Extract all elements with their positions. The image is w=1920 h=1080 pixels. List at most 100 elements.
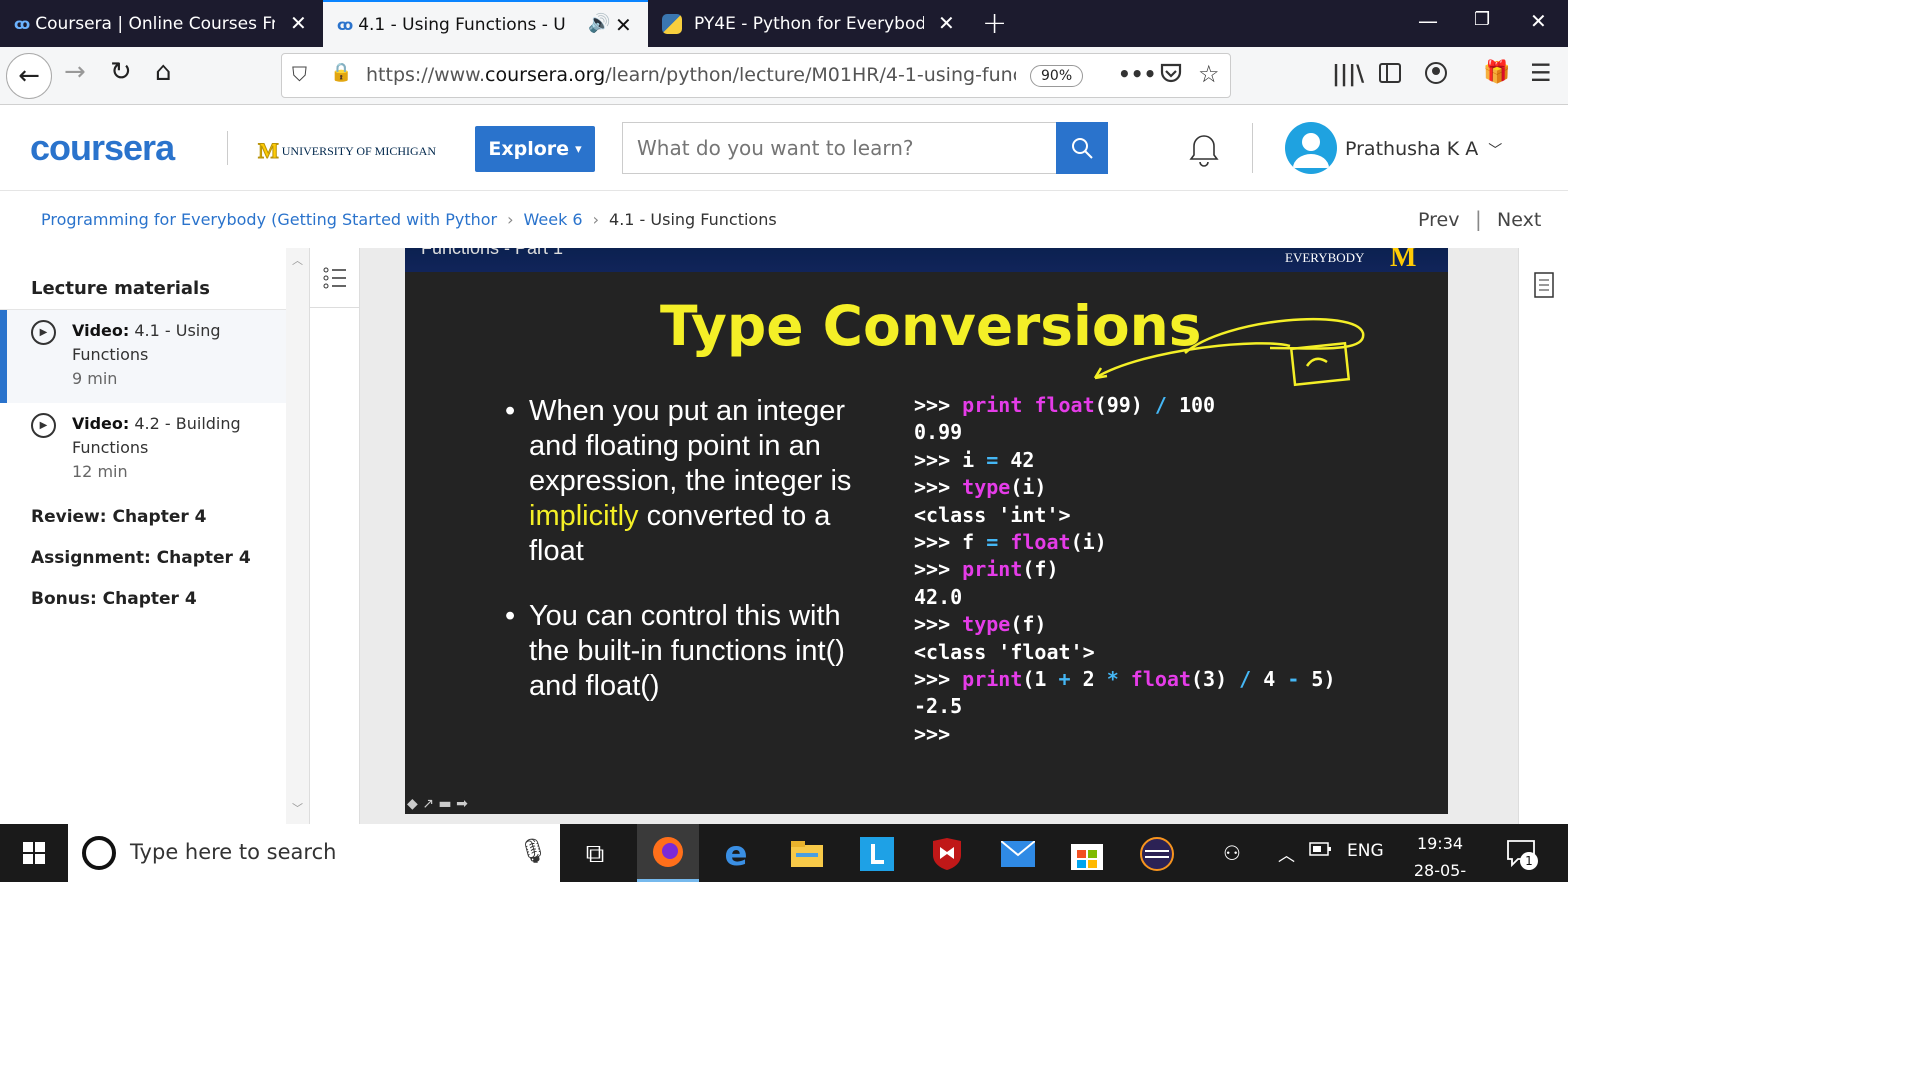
zoom-level[interactable]: 90% [1030, 65, 1084, 87]
notification-icon[interactable]: 1 [1506, 838, 1538, 872]
browser-tab-strip: co Coursera | Online Courses From ✕ co 4… [0, 0, 1568, 47]
explore-label: Explore [488, 138, 570, 160]
prev-button[interactable]: Prev [1418, 209, 1459, 231]
slide-bullets: When you put an integer and floating poi… [505, 394, 875, 734]
sidebar-item-bonus[interactable]: Bonus: Chapter 4 [31, 589, 197, 609]
sidebar-heading: Lecture materials [31, 278, 210, 299]
task-view-icon[interactable]: ⧉ [575, 834, 615, 874]
back-icon[interactable]: ← [6, 53, 52, 99]
windows-taskbar: Type here to search 🎙 ⧉ e ⚇ ︿ ENG 19:34 … [0, 824, 1568, 882]
restore-icon[interactable]: ❐ [1474, 9, 1490, 30]
scroll-down-icon[interactable]: ﹀ [292, 800, 303, 816]
eclipse-icon[interactable] [1137, 834, 1177, 874]
edge-icon[interactable]: e [716, 834, 756, 874]
tab-py4e[interactable]: PY4E - Python for Everybody ✕ [648, 0, 973, 47]
sidebar-item-assignment[interactable]: Assignment: Chapter 4 [31, 548, 251, 568]
user-name: Prathusha K A [1345, 138, 1479, 160]
scroll-up-icon[interactable]: ︿ [292, 252, 303, 268]
page-actions-icon[interactable]: ••• [1118, 62, 1156, 86]
play-circle-icon: ▶ [31, 320, 56, 345]
library-icon[interactable]: |||\ [1332, 62, 1364, 87]
mcafee-icon[interactable] [927, 834, 967, 874]
firefox-icon[interactable] [637, 824, 699, 882]
pocket-icon[interactable] [1158, 60, 1184, 90]
next-button[interactable]: Next [1497, 209, 1541, 231]
address-bar[interactable]: ⛉ 🔒 https://www.coursera.org/learn/pytho… [281, 53, 1231, 98]
speaker-icon[interactable]: 🔊 [588, 13, 610, 34]
michigan-m-icon: M [1390, 248, 1417, 273]
lock-icon[interactable]: 🔒 [330, 62, 352, 83]
header-divider [227, 131, 228, 165]
tab-title: 4.1 - Using Functions - Univ [358, 14, 566, 35]
forward-icon[interactable]: → [64, 57, 86, 87]
window-close-icon[interactable]: ✕ [1530, 9, 1547, 33]
sidebar-item-review[interactable]: Review: Chapter 4 [31, 507, 207, 527]
sidebar-item-label: Video: 4.2 - Building Functions 12 min [72, 414, 241, 481]
url-text[interactable]: https://www.coursera.org/learn/python/le… [366, 64, 1016, 86]
site-header: coursera M UNIVERSITY OF MICHIGAN Explor… [0, 105, 1568, 191]
clock-time: 19:34 [1416, 834, 1464, 853]
system-clock[interactable]: 19:34 28-05-2020 [1395, 830, 1485, 882]
reload-icon[interactable]: ↻ [110, 57, 132, 87]
microphone-icon[interactable]: 🎙 [518, 837, 548, 865]
user-menu[interactable]: Prathusha K A ﹀ [1345, 138, 1502, 160]
toc-toggle[interactable] [310, 248, 359, 308]
url-domain: coursera.org [485, 64, 606, 86]
slide-nav-controls[interactable]: ◆ ↗ ▬ ➡ [407, 796, 468, 812]
close-icon[interactable]: ✕ [615, 13, 632, 37]
close-icon[interactable]: ✕ [290, 11, 307, 35]
video-player[interactable]: Functions - Part 1 EVERYBODY M Type Conv… [405, 248, 1448, 814]
breadcrumb-week[interactable]: Week 6 [524, 210, 583, 229]
right-rail [1518, 248, 1568, 824]
toc-panel [310, 248, 360, 824]
home-icon[interactable]: ⌂ [155, 57, 172, 87]
chevron-right-icon: › [507, 210, 514, 229]
chevron-up-icon[interactable]: ︿ [1278, 841, 1295, 866]
menu-icon[interactable]: ☰ [1530, 59, 1552, 87]
coursera-logo[interactable]: coursera [30, 127, 175, 169]
list-icon [323, 267, 346, 288]
sidebar-item-label: Video: 4.1 - Using Functions 9 min [72, 321, 221, 388]
language-indicator[interactable]: ENG [1347, 841, 1384, 861]
avatar[interactable] [1285, 122, 1337, 174]
sidebar-item-video-4-1[interactable]: ▶ Video: 4.1 - Using Functions 9 min [0, 310, 286, 403]
cortana-icon [82, 836, 116, 870]
bell-icon[interactable] [1187, 132, 1221, 172]
chevron-down-icon: ▾ [575, 141, 582, 157]
sidebar-item-video-4-2[interactable]: ▶ Video: 4.2 - Building Functions 12 min [0, 403, 286, 495]
python-icon [662, 13, 682, 34]
transcript-icon[interactable] [1534, 272, 1554, 302]
sidebar-toggle-icon[interactable] [1378, 61, 1402, 89]
lync-icon[interactable] [857, 834, 897, 874]
header-divider [1252, 123, 1253, 173]
bookmark-star-icon[interactable]: ☆ [1198, 60, 1220, 88]
battery-icon[interactable] [1309, 841, 1333, 862]
lecture-sidebar: Lecture materials ▶ Video: 4.1 - Using F… [0, 248, 286, 824]
store-icon[interactable] [1067, 834, 1107, 874]
search-input[interactable] [622, 122, 1057, 174]
partner-logo[interactable]: M UNIVERSITY OF MICHIGAN [258, 138, 436, 164]
shield-icon[interactable]: ⛉ [292, 62, 307, 86]
new-tab-icon[interactable]: + [982, 6, 1007, 41]
play-circle-icon: ▶ [31, 413, 56, 438]
tab-using-functions[interactable]: co 4.1 - Using Functions - Univ 🔊 ✕ [323, 0, 648, 47]
notification-badge: 1 [1520, 852, 1538, 870]
taskbar-search[interactable]: Type here to search 🎙 [68, 824, 560, 882]
file-explorer-icon[interactable] [787, 834, 827, 874]
close-icon[interactable]: ✕ [938, 11, 955, 35]
gift-icon[interactable]: 🎁 [1483, 60, 1510, 85]
tab-coursera-home[interactable]: co Coursera | Online Courses From ✕ [0, 0, 323, 47]
breadcrumb-course[interactable]: Programming for Everybody (Getting Start… [41, 210, 497, 229]
nav-divider: | [1475, 207, 1482, 231]
people-icon[interactable]: ⚇ [1223, 841, 1241, 865]
sidebar-scrollbar[interactable]: ︿ ﹀ [286, 248, 310, 824]
explore-button[interactable]: Explore ▾ [475, 126, 595, 172]
minimize-icon[interactable]: — [1418, 9, 1438, 33]
windows-start-icon[interactable] [0, 824, 68, 882]
search-button[interactable] [1056, 122, 1108, 174]
screen: co Coursera | Online Courses From ✕ co 4… [0, 0, 1568, 882]
account-icon[interactable] [1424, 61, 1448, 89]
tab-title: Coursera | Online Courses From [35, 13, 276, 34]
taskbar-search-placeholder: Type here to search [130, 840, 337, 864]
mail-icon[interactable] [998, 834, 1038, 874]
